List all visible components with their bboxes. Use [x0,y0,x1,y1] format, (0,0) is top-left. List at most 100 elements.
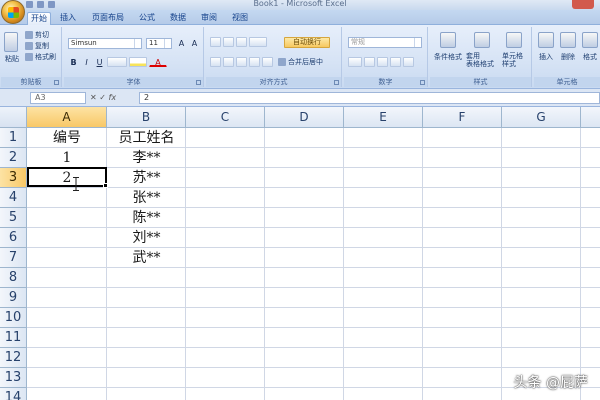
conditional-format-icon[interactable] [440,32,456,48]
clipboard-launcher-icon[interactable] [54,80,59,85]
tab-page-layout[interactable]: 页面布局 [88,12,128,25]
row-header-6[interactable]: 6 [0,228,27,248]
gridline [501,128,502,400]
column-header-g[interactable]: G [502,107,581,128]
column-header-d[interactable]: D [265,107,344,128]
row-header-13[interactable]: 13 [0,368,27,388]
insert-cells-label[interactable]: 插入 [539,52,553,62]
close-button[interactable] [572,0,594,9]
conditional-format-label[interactable]: 条件格式 [434,52,462,62]
increase-indent-icon[interactable] [262,57,273,67]
increase-decimal-icon[interactable] [390,57,401,67]
decrease-indent-icon[interactable] [249,57,260,67]
row-header-3[interactable]: 3 [0,168,27,188]
name-box[interactable]: A3 [30,92,86,104]
shrink-font-icon[interactable]: A [189,38,200,48]
bold-icon[interactable]: B [68,57,79,67]
format-painter-button[interactable]: 格式刷 [25,52,56,62]
tab-home[interactable]: 开始 [27,12,51,25]
clipboard-group-label: 剪贴板 [1,77,61,87]
worksheet-grid[interactable]: A B C D E F G 1 2 3 4 5 6 7 8 9 10 11 12… [0,107,600,400]
delete-cells-icon[interactable] [560,32,576,48]
paste-label[interactable]: 粘贴 [5,54,19,64]
cell-b5[interactable]: 陈** [107,208,186,228]
select-all-corner[interactable] [0,107,27,128]
fill-handle[interactable] [103,183,108,188]
font-name-select[interactable]: Simsun [68,38,142,49]
cell-a1[interactable]: 编号 [27,128,107,148]
font-launcher-icon[interactable] [196,80,201,85]
row-header-4[interactable]: 4 [0,188,27,208]
row-header-1[interactable]: 1 [0,128,27,148]
paste-icon[interactable] [4,32,18,52]
tab-view[interactable]: 视图 [228,12,252,25]
number-format-select[interactable]: 常规 [348,37,422,48]
align-bottom-icon[interactable] [236,37,247,47]
column-header-c[interactable]: C [186,107,265,128]
cell-a2[interactable]: 1 [27,148,107,168]
format-cells-icon[interactable] [582,32,598,48]
cell-b2[interactable]: 李** [107,148,186,168]
currency-icon[interactable] [348,57,362,67]
enter-icon[interactable]: ✓ [99,93,106,102]
tab-review[interactable]: 审阅 [197,12,221,25]
align-center-icon[interactable] [223,57,234,67]
format-as-table-label[interactable]: 套用 表格格式 [466,52,494,68]
number-launcher-icon[interactable] [420,80,425,85]
grow-font-icon[interactable]: A [176,38,187,48]
font-color-icon[interactable]: A [149,57,167,67]
row-header-14[interactable]: 14 [0,388,27,400]
number-group: 常规 数字 [344,27,428,87]
insert-cells-icon[interactable] [538,32,554,48]
border-icon[interactable] [107,57,127,67]
column-header-b[interactable]: B [107,107,186,128]
column-header-f[interactable]: F [423,107,502,128]
copy-button[interactable]: 复制 [25,41,49,51]
cell-b7[interactable]: 武** [107,248,186,268]
cell-styles-label[interactable]: 单元格 样式 [502,52,523,68]
format-cells-label[interactable]: 格式 [583,52,597,62]
align-left-icon[interactable] [210,57,221,67]
delete-cells-label[interactable]: 删除 [561,52,575,62]
wrap-text-button[interactable]: 自动换行 [284,37,330,48]
fill-color-icon[interactable] [129,57,147,67]
percent-icon[interactable] [364,57,375,67]
row-header-10[interactable]: 10 [0,308,27,328]
cancel-icon[interactable]: ✕ [90,93,97,102]
row-header-12[interactable]: 12 [0,348,27,368]
font-size-select[interactable]: 11 [146,38,172,49]
cell-styles-icon[interactable] [506,32,522,48]
tab-data[interactable]: 数据 [166,12,190,25]
column-header-h[interactable] [581,107,600,128]
row-header-2[interactable]: 2 [0,148,27,168]
decrease-decimal-icon[interactable] [403,57,414,67]
row-header-8[interactable]: 8 [0,268,27,288]
merge-center-button[interactable]: 合并后居中 [278,57,323,67]
row-header-11[interactable]: 11 [0,328,27,348]
cut-button[interactable]: 剪切 [25,30,49,40]
column-header-a[interactable]: A [27,107,107,128]
cell-b4[interactable]: 张** [107,188,186,208]
office-button[interactable] [1,0,25,24]
comma-icon[interactable] [377,57,388,67]
row-header-7[interactable]: 7 [0,248,27,268]
align-middle-icon[interactable] [223,37,234,47]
format-as-table-icon[interactable] [474,32,490,48]
align-right-icon[interactable] [236,57,247,67]
underline-icon[interactable]: U [94,57,105,67]
alignment-launcher-icon[interactable] [334,80,339,85]
row-header-9[interactable]: 9 [0,288,27,308]
italic-icon[interactable]: I [81,57,92,67]
column-header-e[interactable]: E [344,107,423,128]
formula-input[interactable]: 2 [139,92,600,104]
row-header-5[interactable]: 5 [0,208,27,228]
orientation-icon[interactable] [249,37,267,47]
tab-formulas[interactable]: 公式 [135,12,159,25]
tab-insert[interactable]: 插入 [56,12,80,25]
cell-b1[interactable]: 员工姓名 [107,128,186,148]
cell-b6[interactable]: 刘** [107,228,186,248]
cell-b3[interactable]: 苏** [107,168,186,188]
insert-function-icon[interactable]: fx [109,93,117,102]
ribbon: 粘贴 剪切 复制 格式刷 剪贴板 Simsun 11 A A B I U A 字… [0,25,600,89]
align-top-icon[interactable] [210,37,221,47]
